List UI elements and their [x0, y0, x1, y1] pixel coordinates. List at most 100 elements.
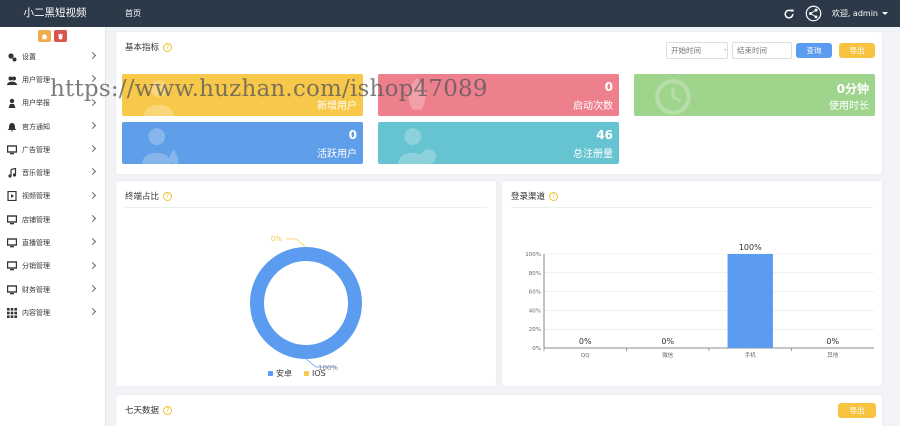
help-icon[interactable]: ?	[163, 405, 173, 415]
start-date-input[interactable]	[666, 42, 728, 59]
user-fire-icon	[142, 128, 179, 164]
trash-icon	[58, 33, 63, 39]
legend-swatch	[268, 371, 273, 376]
refresh-icon[interactable]	[783, 8, 795, 20]
x-tick-label: 其他	[827, 351, 839, 359]
sidebar-item-label: 音乐管理	[22, 169, 50, 178]
bar[interactable]	[727, 254, 773, 348]
data-label: 0%	[271, 235, 282, 243]
metrics-card: 基本指标 ? - 查询 导出 新增用户 0 启动次数 0分钟 使用时长 0 活跃…	[116, 32, 882, 174]
sidebar-item-9[interactable]: 分销管理	[0, 255, 105, 278]
breadcrumb-home[interactable]: 首页	[125, 0, 141, 28]
sidebar-item-6[interactable]: 视频管理	[0, 185, 105, 208]
y-tick-label: 60%	[529, 290, 541, 296]
stat-value: 0	[348, 128, 357, 142]
legend-label: IOS	[312, 369, 326, 378]
chevron-right-icon	[88, 308, 97, 316]
sidebar-item-label: 店铺管理	[22, 215, 50, 224]
user-add-icon	[398, 128, 436, 164]
stat-label: 活跃用户	[317, 149, 357, 160]
clock-icon	[655, 79, 691, 115]
y-tick-label: 40%	[529, 308, 541, 314]
stat-total-registered: 46 总注册量	[378, 122, 619, 164]
monitor-icon	[7, 145, 17, 155]
sidebar-item-4[interactable]: 广告管理	[0, 138, 105, 161]
donut-slice	[249, 247, 362, 359]
stat-label: 使用时长	[829, 101, 869, 112]
sidebar-item-label: 用户管理	[22, 75, 50, 84]
seven-day-card: 七天数据 ? 导出	[116, 395, 882, 426]
data-label: 100%	[739, 243, 762, 252]
sidebar-item-7[interactable]: 店铺管理	[0, 208, 105, 231]
watermark-text: https://www.huzhan.com/ishop47089	[50, 76, 488, 102]
monitor-icon	[7, 238, 17, 248]
x-tick-label: 手机	[745, 351, 757, 359]
users-icon	[7, 75, 17, 85]
sidebar-item-5[interactable]: 音乐管理	[0, 161, 105, 184]
chevron-right-icon	[88, 215, 97, 223]
stat-value: 0	[604, 80, 613, 94]
user-report-icon	[7, 98, 17, 109]
x-tick-label: QQ	[581, 353, 590, 359]
sidebar-item-label: 分销管理	[22, 262, 50, 271]
login-bar-chart: 0% 20% 40% 60% 80% 100% 0% QQ 0% 微信 100% 手机 0% 其他	[525, 243, 874, 359]
login-channel-card: 登录渠道 ? 0% 20% 40% 60% 80% 100% 0% QQ 0% 微信 100% 手机 0…	[502, 181, 882, 386]
sidebar-item-11[interactable]: 内容管理	[0, 301, 105, 324]
date-separator: -	[724, 46, 727, 54]
monitor-icon	[7, 215, 17, 225]
music-icon	[7, 168, 17, 178]
week-export-button[interactable]: 导出	[838, 403, 876, 418]
sidebar-item-label: 内容管理	[22, 308, 50, 317]
sidebar-item-label: 设置	[22, 52, 36, 61]
sidebar-item-label: 直播管理	[22, 239, 50, 248]
app-title: 小二黑短视频	[23, 7, 87, 19]
delete-button[interactable]	[54, 30, 67, 42]
monitor-icon	[7, 284, 17, 295]
data-label: 0%	[579, 337, 592, 346]
legend-swatch	[304, 371, 309, 376]
stat-usage-time: 0分钟 使用时长	[634, 74, 875, 116]
bell-icon	[7, 122, 17, 132]
chevron-down-icon	[882, 12, 888, 15]
share-icon[interactable]	[805, 5, 822, 22]
stat-label: 启动次数	[573, 101, 613, 112]
stat-value: 0分钟	[836, 82, 869, 96]
sidebar-item-label: 广告管理	[22, 145, 50, 154]
chevron-right-icon	[88, 284, 97, 293]
chevron-right-icon	[88, 51, 97, 60]
data-label: 0%	[826, 337, 839, 346]
sidebar-item-3[interactable]: 官方通知	[0, 115, 105, 138]
chevron-right-icon	[88, 121, 97, 129]
grid-icon	[7, 307, 17, 318]
top-bar: 小二黑短视频 首页 欢迎, admin	[0, 0, 900, 27]
sidebar-item-0[interactable]: 设置	[0, 45, 105, 68]
sidebar-item-label: 视频管理	[22, 192, 50, 201]
home-button[interactable]	[38, 30, 51, 42]
legend-item[interactable]: IOS	[304, 368, 326, 379]
terminal-share-card: 终端占比 ? 100% 0% 安卓 IOS	[116, 181, 496, 386]
export-button[interactable]: 导出	[839, 43, 875, 58]
end-date-input[interactable]	[732, 42, 792, 59]
data-label: 0%	[661, 337, 674, 346]
sidebar-item-label: 用户举报	[22, 99, 50, 108]
chevron-right-icon	[88, 168, 97, 176]
query-button[interactable]: 查询	[796, 43, 832, 58]
sidebar-item-8[interactable]: 直播管理	[0, 231, 105, 254]
welcome-text: 欢迎, admin	[831, 9, 878, 18]
y-tick-label: 100%	[525, 252, 541, 258]
help-icon[interactable]: ?	[163, 42, 173, 52]
user-menu[interactable]: 欢迎, admin	[832, 8, 888, 19]
legend-item[interactable]: 安卓	[268, 368, 292, 379]
stat-label: 总注册量	[573, 149, 613, 160]
x-tick-label: 微信	[662, 351, 674, 359]
home-icon	[41, 33, 48, 39]
monitor-icon	[7, 261, 17, 271]
leader-line	[286, 238, 307, 248]
sidebar-item-10[interactable]: 财务管理	[0, 278, 105, 301]
terminal-donut-chart: 100%0%	[249, 235, 362, 372]
gears-icon	[7, 52, 17, 62]
stat-value: 46	[596, 128, 613, 142]
y-tick-label: 20%	[529, 327, 541, 333]
y-tick-label: 0%	[532, 346, 541, 352]
chevron-right-icon	[88, 145, 97, 153]
